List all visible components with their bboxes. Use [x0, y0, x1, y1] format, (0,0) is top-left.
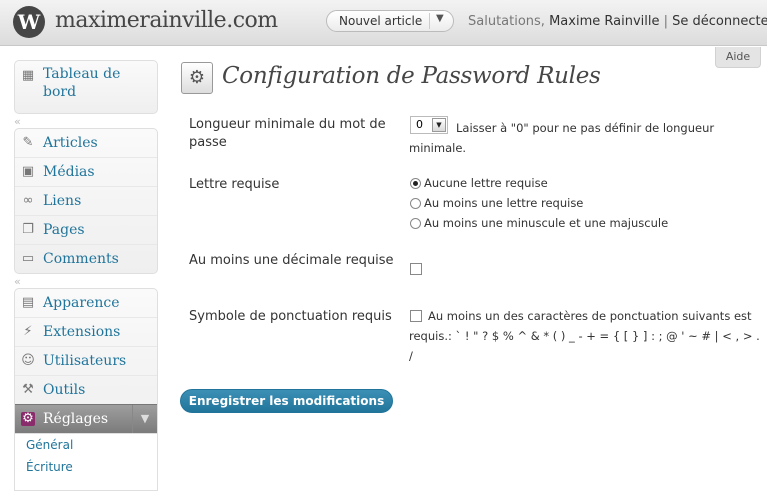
submenu-item-general[interactable]: Général — [15, 434, 157, 456]
logout-link[interactable]: Se déconnecter — [672, 14, 767, 29]
min-length-label: Longueur minimale du mot de passe — [189, 117, 386, 150]
sidebar-item-settings[interactable]: ⚙ Réglages ▼ — [15, 404, 157, 433]
sidebar-item-media[interactable]: ▣ Médias — [15, 157, 157, 186]
media-icon: ▣ — [21, 164, 35, 179]
menu-separator[interactable]: « — [14, 114, 158, 128]
tools-icon: ⚒ — [22, 382, 34, 397]
pushpin-icon: ✎ — [22, 135, 34, 150]
radio-label-mixed-case[interactable]: Au moins une minuscule et une majuscule — [424, 216, 668, 230]
sidebar-item-label: Outils — [43, 382, 86, 398]
sidebar-item-plugins[interactable]: ⚡ Extensions — [15, 317, 157, 346]
sidebar-item-comments[interactable]: ▭ Comments — [15, 244, 157, 273]
greeting-prefix: Salutations, — [468, 14, 545, 29]
sidebar-item-label: Comments — [43, 251, 119, 267]
comment-bubble-icon: ▭ — [21, 251, 35, 266]
sidebar-item-users[interactable]: ☺ Utilisateurs — [15, 346, 157, 375]
submenu-item-writing[interactable]: Écriture — [15, 456, 157, 478]
help-tab[interactable]: Aide — [715, 47, 761, 68]
submenu-toggle-icon[interactable]: ▼ — [132, 405, 157, 433]
sidebar-item-articles[interactable]: ✎ Articles — [15, 129, 157, 157]
appearance-icon: ▤ — [21, 295, 35, 310]
punctuation-required-label: Symbole de ponctuation requis — [189, 309, 392, 324]
settings-page-icon: ⚙ — [181, 62, 213, 94]
sidebar-item-pages[interactable]: ❐ Pages — [15, 215, 157, 244]
sidebar-item-tools[interactable]: ⚒ Outils — [15, 375, 157, 404]
radio-label-one-letter[interactable]: Au moins une lettre requise — [424, 196, 583, 210]
admin-header: W maximerainville.com Nouvel article ▼ S… — [0, 0, 767, 46]
sidebar-item-label: Articles — [43, 135, 98, 151]
sidebar-item-label: Pages — [43, 222, 85, 238]
sidebar-item-label: Apparence — [43, 295, 120, 311]
sidebar-item-label: Utilisateurs — [43, 353, 127, 369]
user-name-link[interactable]: Maxime Rainville — [549, 14, 659, 29]
link-icon: ∞ — [22, 193, 34, 208]
new-post-label[interactable]: Nouvel article — [339, 14, 422, 28]
plug-icon: ⚡ — [23, 324, 33, 339]
pages-icon: ❐ — [22, 222, 34, 237]
menu-separator[interactable]: « — [14, 274, 158, 288]
user-greeting: Salutations, Maxime Rainville | Se décon… — [468, 14, 767, 29]
menu-group-content: ✎ Articles ▣ Médias ∞ Liens ❐ Pages ▭ Comment… — [14, 128, 158, 274]
radio-mixed-case[interactable] — [410, 218, 421, 229]
radio-no-letter[interactable] — [410, 178, 421, 189]
settings-icon: ⚙ — [21, 411, 35, 426]
page-title: Configuration de Password Rules — [222, 63, 601, 89]
radio-label-no-letter[interactable]: Aucune lettre requise — [424, 176, 548, 190]
admin-sidebar: ▦ Tableau de bord « ✎ Articles ▣ Médias ∞ L… — [14, 60, 158, 491]
radio-one-letter[interactable] — [410, 198, 421, 209]
submenu-item-partial[interactable] — [15, 478, 157, 490]
menu-group-dashboard: ▦ Tableau de bord — [14, 60, 158, 114]
settings-submenu: Général Écriture — [14, 434, 158, 491]
wordpress-logo-icon[interactable]: W — [13, 6, 45, 38]
sidebar-item-label: Extensions — [43, 324, 121, 340]
header-separator: | — [663, 14, 668, 29]
sidebar-item-label: Réglages — [43, 411, 109, 427]
sidebar-item-dashboard[interactable]: ▦ Tableau de bord — [15, 61, 157, 113]
sidebar-item-appearance[interactable]: ▤ Apparence — [15, 289, 157, 317]
menu-group-settings: ▤ Apparence ⚡ Extensions ☺ Utilisateurs ⚒ Ou… — [14, 288, 158, 434]
sidebar-item-label: Médias — [43, 164, 95, 180]
decimal-required-checkbox[interactable] — [410, 263, 422, 275]
users-icon: ☺ — [21, 353, 35, 368]
punctuation-description: Au moins un des caractères de ponctuatio… — [409, 309, 760, 363]
letter-required-label: Lettre requise — [189, 177, 280, 192]
save-changes-button[interactable]: Enregistrer les modifications — [180, 389, 393, 413]
sidebar-item-label: Tableau de bord — [43, 66, 121, 100]
sidebar-item-links[interactable]: ∞ Liens — [15, 186, 157, 215]
sidebar-item-label: Liens — [43, 193, 82, 209]
favorite-separator — [429, 13, 430, 29]
chevron-down-icon[interactable]: ▼ — [436, 13, 444, 24]
collapse-arrows-icon[interactable]: « — [14, 275, 21, 288]
favorite-actions-button[interactable]: Nouvel article ▼ — [326, 10, 454, 32]
site-title[interactable]: maximerainville.com — [55, 8, 278, 33]
dashboard-icon: ▦ — [21, 68, 35, 83]
min-length-hint: Laisser à "0" pour ne pas définir de lon… — [409, 121, 715, 155]
decimal-required-label: Au moins une décimale requise — [189, 253, 394, 268]
collapse-arrows-icon[interactable]: « — [14, 115, 21, 128]
